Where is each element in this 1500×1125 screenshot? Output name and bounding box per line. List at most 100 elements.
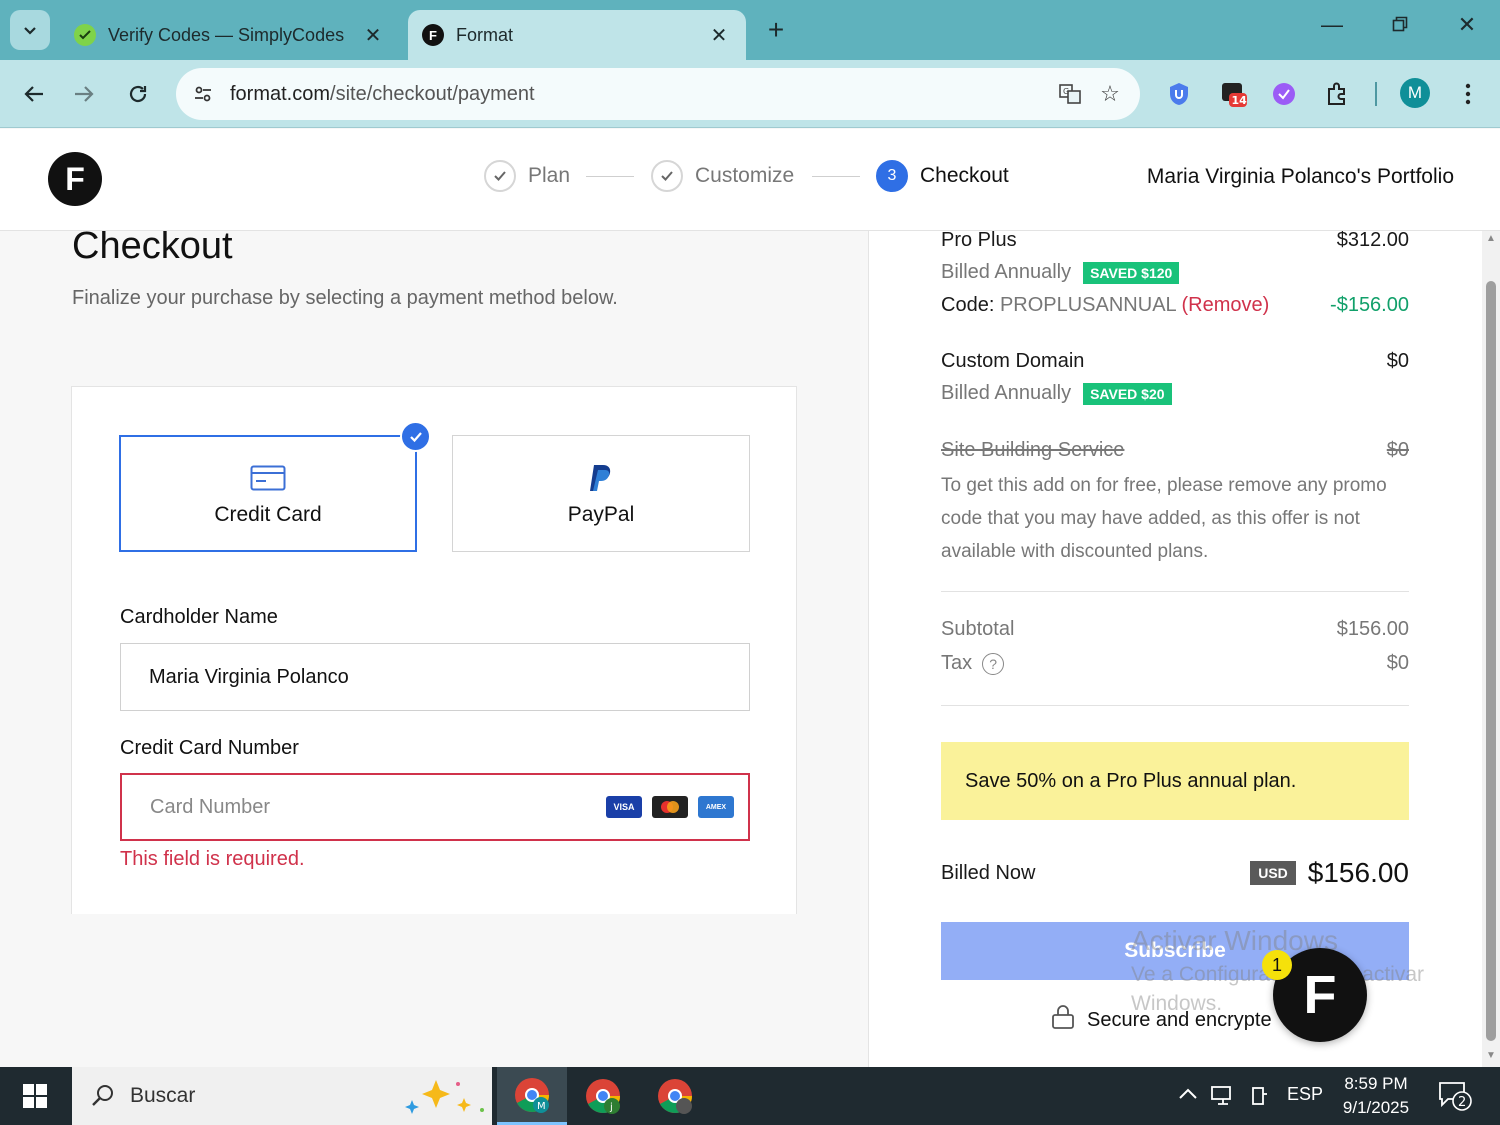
cardholder-name-input[interactable]: Maria Virginia Polanco	[120, 643, 750, 711]
portfolio-name[interactable]: Maria Virginia Polanco's Portfolio	[1147, 165, 1454, 189]
language-indicator[interactable]: ESP	[1287, 1084, 1323, 1105]
step-customize[interactable]: Customize	[651, 160, 794, 192]
svg-text:14: 14	[1232, 94, 1248, 107]
domain-billing: Billed Annually	[941, 382, 1072, 404]
payment-card: Credit Card PayPal Cardholder Name Maria…	[71, 386, 797, 914]
tab-title: Format	[456, 24, 514, 45]
profile-avatar[interactable]: M	[1400, 78, 1430, 108]
chrome-app-profile-photo[interactable]	[640, 1067, 710, 1125]
clock-time: 8:59 PM	[1344, 1074, 1408, 1093]
cardholder-value: Maria Virginia Polanco	[149, 665, 349, 688]
credit-card-label: Credit Card	[214, 502, 322, 526]
page-title: Checkout	[72, 231, 233, 267]
billed-now-row: Billed Now USD $156.00	[941, 857, 1409, 889]
tax-row: Tax? $0	[941, 652, 1409, 675]
toolbar-divider	[1375, 82, 1377, 106]
tray-overflow-icon[interactable]	[1178, 1084, 1198, 1105]
paypal-icon	[588, 461, 614, 495]
tab-title: Verify Codes — SimplyCodes	[108, 24, 345, 45]
chevron-down-icon	[24, 27, 36, 35]
tab-close-icon[interactable]: ✕	[360, 23, 386, 48]
summary-scrollbar[interactable]: ▲ ▼	[1482, 231, 1500, 1067]
site-header: F Plan Customize 3 Checkout Maria Virgin…	[0, 129, 1500, 231]
subtotal-row: Subtotal $156.00	[941, 618, 1409, 641]
subtotal-label: Subtotal	[941, 618, 1015, 640]
browser-toolbar: format.com/site/checkout/payment G ☆ 14 …	[0, 60, 1500, 128]
shield-extension-icon[interactable]	[1163, 78, 1195, 110]
plan-name: Pro Plus	[941, 231, 1017, 251]
svg-text:j: j	[609, 1102, 613, 1113]
reload-icon[interactable]	[118, 74, 158, 114]
site-info-icon[interactable]	[188, 79, 218, 109]
paypal-label: PayPal	[567, 502, 635, 526]
divider	[941, 705, 1409, 706]
domain-saved-badge: SAVED $20	[1083, 382, 1172, 405]
search-label: Buscar	[130, 1084, 196, 1107]
credit-card-icon	[250, 461, 286, 495]
network-icon[interactable]	[1210, 1084, 1236, 1113]
back-icon[interactable]	[14, 74, 54, 114]
code-label: Code:	[941, 294, 995, 316]
minimize-icon[interactable]: —	[1312, 12, 1352, 38]
page-subtitle: Finalize your purchase by selecting a pa…	[72, 287, 618, 309]
forward-icon[interactable]	[64, 74, 104, 114]
more-menu-icon[interactable]	[1452, 78, 1484, 110]
scroll-thumb[interactable]	[1486, 281, 1496, 1041]
cardholder-label: Cardholder Name	[120, 606, 278, 628]
coupon-extension-icon[interactable]	[1268, 78, 1300, 110]
step-label: Customize	[695, 164, 795, 187]
new-tab-button[interactable]: +	[760, 14, 792, 46]
bookmark-star-icon[interactable]: ☆	[1090, 74, 1130, 114]
billed-now-value: $156.00	[1307, 857, 1409, 888]
credit-card-option[interactable]: Credit Card	[119, 421, 431, 552]
card-number-placeholder: Card Number	[150, 795, 271, 818]
notifications-icon[interactable]: 2	[1438, 1081, 1472, 1111]
notes-extension-icon[interactable]: 14	[1218, 78, 1250, 110]
windows-taskbar: Buscar M j ESP 8:59 PM 9/1/2025 2	[0, 1067, 1500, 1125]
paypal-option[interactable]: PayPal	[452, 435, 750, 552]
tax-value: $0	[1386, 652, 1409, 674]
taskbar-search[interactable]: Buscar	[72, 1067, 492, 1125]
code-discount: -$156.00	[1330, 294, 1409, 316]
clock-date: 9/1/2025	[1342, 1098, 1410, 1117]
address-bar[interactable]: format.com/site/checkout/payment G ☆	[176, 68, 1140, 120]
taskbar-clock[interactable]: 8:59 PM 9/1/2025	[1330, 1072, 1422, 1120]
selected-check-icon	[400, 421, 431, 452]
upsell-banner: Save 50% on a Pro Plus annual plan.	[941, 742, 1409, 820]
tab-close-icon[interactable]: ✕	[706, 23, 732, 48]
plan-row: Pro Plus $312.00	[941, 231, 1409, 252]
extensions-puzzle-icon[interactable]	[1321, 78, 1353, 110]
divider	[941, 591, 1409, 592]
step-number: 3	[876, 160, 908, 192]
visa-icon: VISA	[606, 796, 642, 818]
translate-icon[interactable]: G	[1050, 74, 1090, 114]
scroll-up-icon[interactable]: ▲	[1486, 233, 1496, 244]
tab-simplycodes[interactable]: Verify Codes — SimplyCodes ✕	[60, 10, 400, 60]
remove-code-link[interactable]: (Remove)	[1181, 294, 1269, 316]
scroll-down-icon[interactable]: ▼	[1486, 1050, 1496, 1061]
format-logo[interactable]: F	[48, 152, 102, 206]
tab-search-button[interactable]	[10, 10, 50, 50]
chrome-app-profile-j[interactable]: j	[568, 1067, 638, 1125]
service-price: $0	[1386, 439, 1409, 461]
tab-format[interactable]: F Format ✕	[408, 10, 746, 60]
card-number-input[interactable]: Card Number VISA AMEX	[120, 773, 750, 841]
plan-billing: Billed Annually	[941, 261, 1072, 283]
restore-icon[interactable]	[1380, 12, 1420, 38]
chrome-app-profile-m[interactable]: M	[497, 1067, 567, 1125]
lock-icon	[1051, 1004, 1075, 1036]
domain-name: Custom Domain	[941, 350, 1085, 372]
promo-code-row: Code: PROPLUSANNUAL (Remove) -$156.00	[941, 294, 1409, 317]
plan-price: $312.00	[1336, 231, 1409, 251]
battery-icon[interactable]	[1248, 1084, 1270, 1113]
simplycodes-favicon-icon	[74, 24, 96, 46]
checkout-main: Checkout Finalize your purchase by selec…	[0, 231, 868, 1067]
card-brands: VISA AMEX	[606, 796, 734, 818]
windows-start-icon[interactable]	[0, 1067, 70, 1125]
help-icon[interactable]: ?	[982, 652, 1005, 675]
mastercard-icon	[652, 796, 688, 818]
close-window-icon[interactable]: ✕	[1447, 12, 1487, 38]
card-number-error: This field is required.	[120, 848, 305, 870]
step-check-icon	[651, 160, 683, 192]
step-plan[interactable]: Plan	[484, 160, 570, 192]
